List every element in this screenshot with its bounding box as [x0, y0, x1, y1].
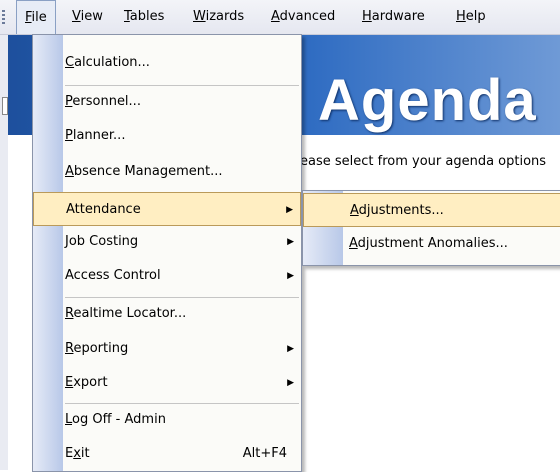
menu-item-job-costing[interactable]: Job Costing ▶	[33, 225, 301, 259]
menu-advanced[interactable]: Advanced	[263, 0, 343, 34]
submenu-arrow-icon: ▶	[286, 205, 293, 215]
left-edge-strip	[0, 35, 8, 470]
menu-item-calculation[interactable]: Calculation...	[33, 46, 301, 80]
menu-item-personnel[interactable]: Personnel...	[33, 85, 301, 119]
menu-file[interactable]: File	[16, 0, 56, 34]
exit-shortcut: Alt+F4	[242, 446, 287, 461]
menu-item-adjustments[interactable]: Adjustments...	[303, 193, 560, 227]
menu-item-access-control[interactable]: Access Control ▶	[33, 259, 301, 293]
menu-item-absence-management[interactable]: Absence Management...	[33, 155, 301, 189]
menu-item-planner[interactable]: Planner...	[33, 119, 301, 153]
menu-item-export[interactable]: Export ▶	[33, 366, 301, 400]
menu-help[interactable]: Help	[448, 0, 494, 34]
agenda-instructions: ease select from your agenda options	[300, 154, 547, 169]
toolbar-grip-icon[interactable]	[2, 10, 5, 26]
menu-view[interactable]: View	[64, 0, 111, 34]
window-edge-icon	[2, 97, 8, 115]
menu-item-adjustment-anomalies[interactable]: Adjustment Anomalies...	[303, 227, 560, 261]
submenu-arrow-icon: ▶	[287, 237, 294, 247]
menu-hardware[interactable]: Hardware	[354, 0, 433, 34]
submenu-arrow-icon: ▶	[287, 344, 294, 354]
menu-bar: File View Tables Wizards Advanced Hardwa…	[0, 0, 560, 35]
file-menu: Calculation... Personnel... Planner... A…	[32, 34, 302, 472]
submenu-arrow-icon: ▶	[287, 378, 294, 388]
banner-title: Agenda	[318, 68, 537, 133]
menu-wizards[interactable]: Wizards	[185, 0, 252, 34]
attendance-submenu: Adjustments... Adjustment Anomalies...	[302, 190, 560, 266]
menu-tables[interactable]: Tables	[116, 0, 172, 34]
menu-item-log-off[interactable]: Log Off - Admin	[33, 403, 301, 437]
menu-item-exit[interactable]: Exit Alt+F4	[33, 437, 301, 471]
menu-item-attendance[interactable]: Attendance ▶	[33, 192, 301, 226]
menu-item-realtime-locator[interactable]: Realtime Locator...	[33, 297, 301, 331]
submenu-arrow-icon: ▶	[287, 271, 294, 281]
menu-item-reporting[interactable]: Reporting ▶	[33, 332, 301, 366]
